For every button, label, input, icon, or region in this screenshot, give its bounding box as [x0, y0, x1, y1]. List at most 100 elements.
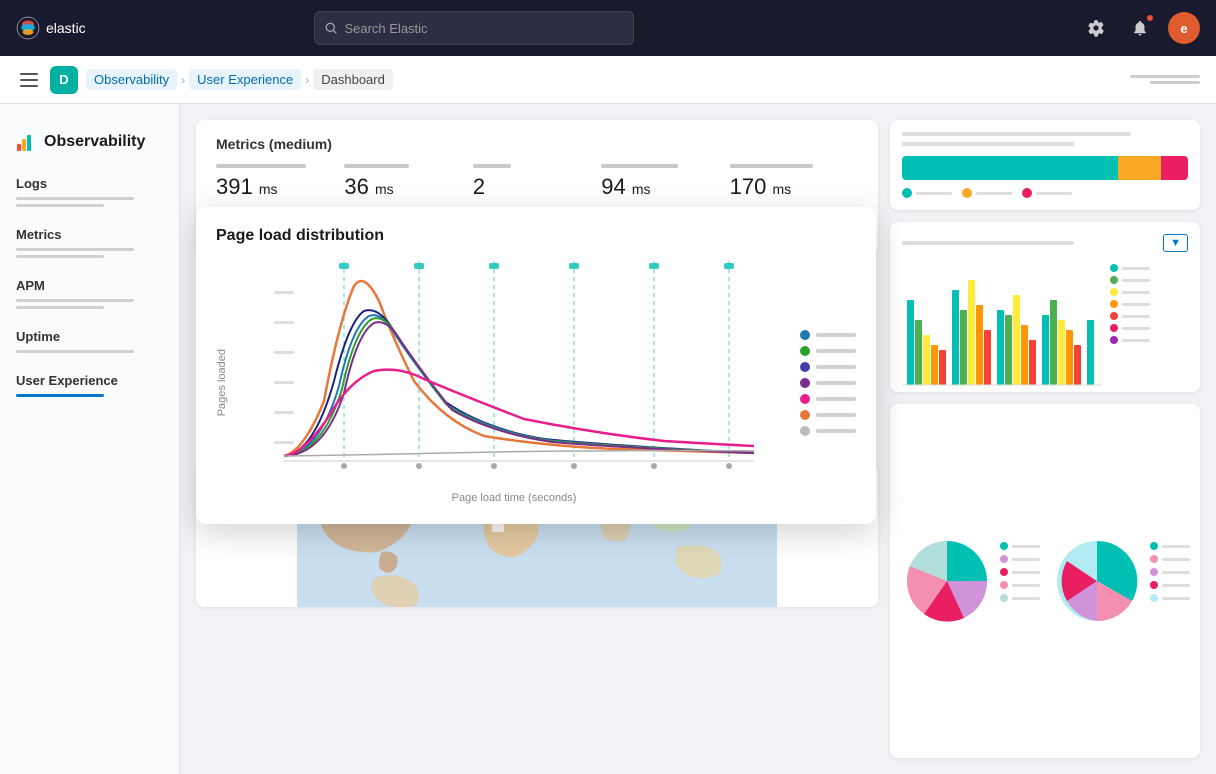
p1-line-5	[1012, 597, 1040, 600]
settings-button[interactable]	[1080, 12, 1112, 44]
bar-chart-card: ▼	[890, 222, 1200, 392]
legend-bar-6	[816, 413, 856, 417]
p1l-1	[1000, 542, 1040, 550]
stacked-seg-1	[902, 156, 1118, 180]
sidebar-item-user-experience[interactable]: User Experience	[0, 365, 179, 405]
p1-dot-3	[1000, 568, 1008, 576]
sidebar-logs-label: Logs	[16, 176, 47, 191]
user-initial: e	[1180, 21, 1187, 36]
elastic-logo-icon	[16, 16, 40, 40]
p2-line-4	[1162, 584, 1190, 587]
p2-line-3	[1162, 571, 1190, 574]
bcl-line-3	[1122, 291, 1150, 294]
chart-svg-element	[240, 261, 788, 481]
p1-line-2	[1012, 558, 1040, 561]
stacked-bar-top-lines	[902, 132, 1188, 146]
legend-item-4	[800, 378, 856, 388]
bcl-dot-4	[1110, 300, 1118, 308]
bcl-line-5	[1122, 315, 1150, 318]
sidebar: Observability Logs Metrics APM	[0, 104, 180, 774]
bcl-dot-1	[1110, 264, 1118, 272]
legend-item-6	[800, 410, 856, 420]
bcl-3	[1110, 288, 1150, 296]
pie-chart-1-container	[902, 536, 1040, 626]
legend-item-5	[800, 394, 856, 404]
legend-bar-1	[816, 333, 856, 337]
sidebar-metrics-label: Metrics	[16, 227, 62, 242]
p2l-4	[1150, 581, 1190, 589]
pie-2-legend	[1150, 536, 1190, 602]
breadcrumb-observability[interactable]: Observability	[86, 69, 177, 90]
bar-chart-header: ▼	[902, 234, 1188, 252]
gear-icon	[1087, 19, 1105, 37]
legend-bar-3	[816, 365, 856, 369]
chart-y-label: Pages loaded	[216, 349, 228, 416]
chart-title: Page load distribution	[216, 227, 856, 245]
dashboard-tab[interactable]: D	[50, 66, 78, 94]
sidebar-user-experience-label: User Experience	[16, 373, 118, 388]
p1-line-4	[1012, 584, 1040, 587]
p2l-3	[1150, 568, 1190, 576]
metric-value-3: 2	[473, 174, 601, 200]
breadcrumb-dashboard[interactable]: Dashboard	[313, 69, 393, 90]
pie-1-legend	[1000, 536, 1040, 602]
bcl-line-4	[1122, 303, 1150, 306]
metric-item-2: 36 ms	[344, 164, 472, 200]
legend-dot-3	[800, 362, 810, 372]
p2l-1	[1150, 542, 1190, 550]
breadcrumb-items: Observability › User Experience › Dashbo…	[86, 69, 393, 90]
sidebar-item-uptime[interactable]: Uptime	[0, 321, 179, 361]
bar-chart-title-line	[902, 241, 1074, 245]
stacked-bar-card	[890, 120, 1200, 210]
legend-bar-7	[816, 429, 856, 433]
p2-dot-2	[1150, 555, 1158, 563]
legend-item-1	[800, 330, 856, 340]
bcl-line-7	[1122, 339, 1150, 342]
p1-dot-1	[1000, 542, 1008, 550]
stacked-bar	[902, 156, 1188, 180]
legend-bar-2	[816, 349, 856, 353]
bcl-dot-3	[1110, 288, 1118, 296]
legend-dot-4	[800, 378, 810, 388]
legend-dot-6	[800, 410, 810, 420]
metric-value-1: 391 ms	[216, 174, 344, 200]
p2-dot-1	[1150, 542, 1158, 550]
chart-x-label: Page load time (seconds)	[240, 492, 788, 504]
bcl-5	[1110, 312, 1150, 320]
stacked-seg-2	[1118, 156, 1161, 180]
breadcrumb-user-experience[interactable]: User Experience	[189, 69, 301, 90]
chart-container-area: Page load distribution Pages loaded	[196, 267, 878, 607]
p1-line-1	[1012, 545, 1040, 548]
sidebar-item-metrics[interactable]: Metrics	[0, 219, 179, 266]
bcl-1	[1110, 264, 1150, 272]
sidebar-item-apm[interactable]: APM	[0, 270, 179, 317]
legend-dot-5	[800, 394, 810, 404]
sidebar-item-logs[interactable]: Logs	[0, 168, 179, 215]
pie-charts-card	[890, 404, 1200, 758]
metric-value-5: 170 ms	[730, 174, 858, 200]
logo-text: elastic	[46, 20, 86, 36]
elastic-logo[interactable]: elastic	[16, 16, 86, 40]
bcl-7	[1110, 336, 1150, 344]
legend-item-2	[800, 346, 856, 356]
dot-teal	[902, 188, 912, 198]
search-bar[interactable]: Search Elastic	[314, 11, 634, 45]
legend-red	[1022, 188, 1072, 198]
grouped-bar-chart-svg	[902, 260, 1102, 390]
line-red	[1036, 192, 1072, 195]
user-avatar-button[interactable]: e	[1168, 12, 1200, 44]
bar-chart-dropdown[interactable]: ▼	[1163, 234, 1188, 252]
metric-item-1: 391 ms	[216, 164, 344, 200]
p1-line-3	[1012, 571, 1040, 574]
main-layout: Observability Logs Metrics APM	[0, 104, 1216, 774]
dot-red	[1022, 188, 1032, 198]
chart-legend	[800, 261, 856, 504]
breadcrumb-arrow-2: ›	[305, 73, 309, 87]
pie-chart-2-container	[1052, 536, 1190, 626]
bcl-line-6	[1122, 327, 1150, 330]
legend-item-7	[800, 426, 856, 436]
notifications-button[interactable]	[1124, 12, 1156, 44]
p2-dot-4	[1150, 581, 1158, 589]
p1-dot-4	[1000, 581, 1008, 589]
hamburger-menu[interactable]	[16, 69, 42, 91]
